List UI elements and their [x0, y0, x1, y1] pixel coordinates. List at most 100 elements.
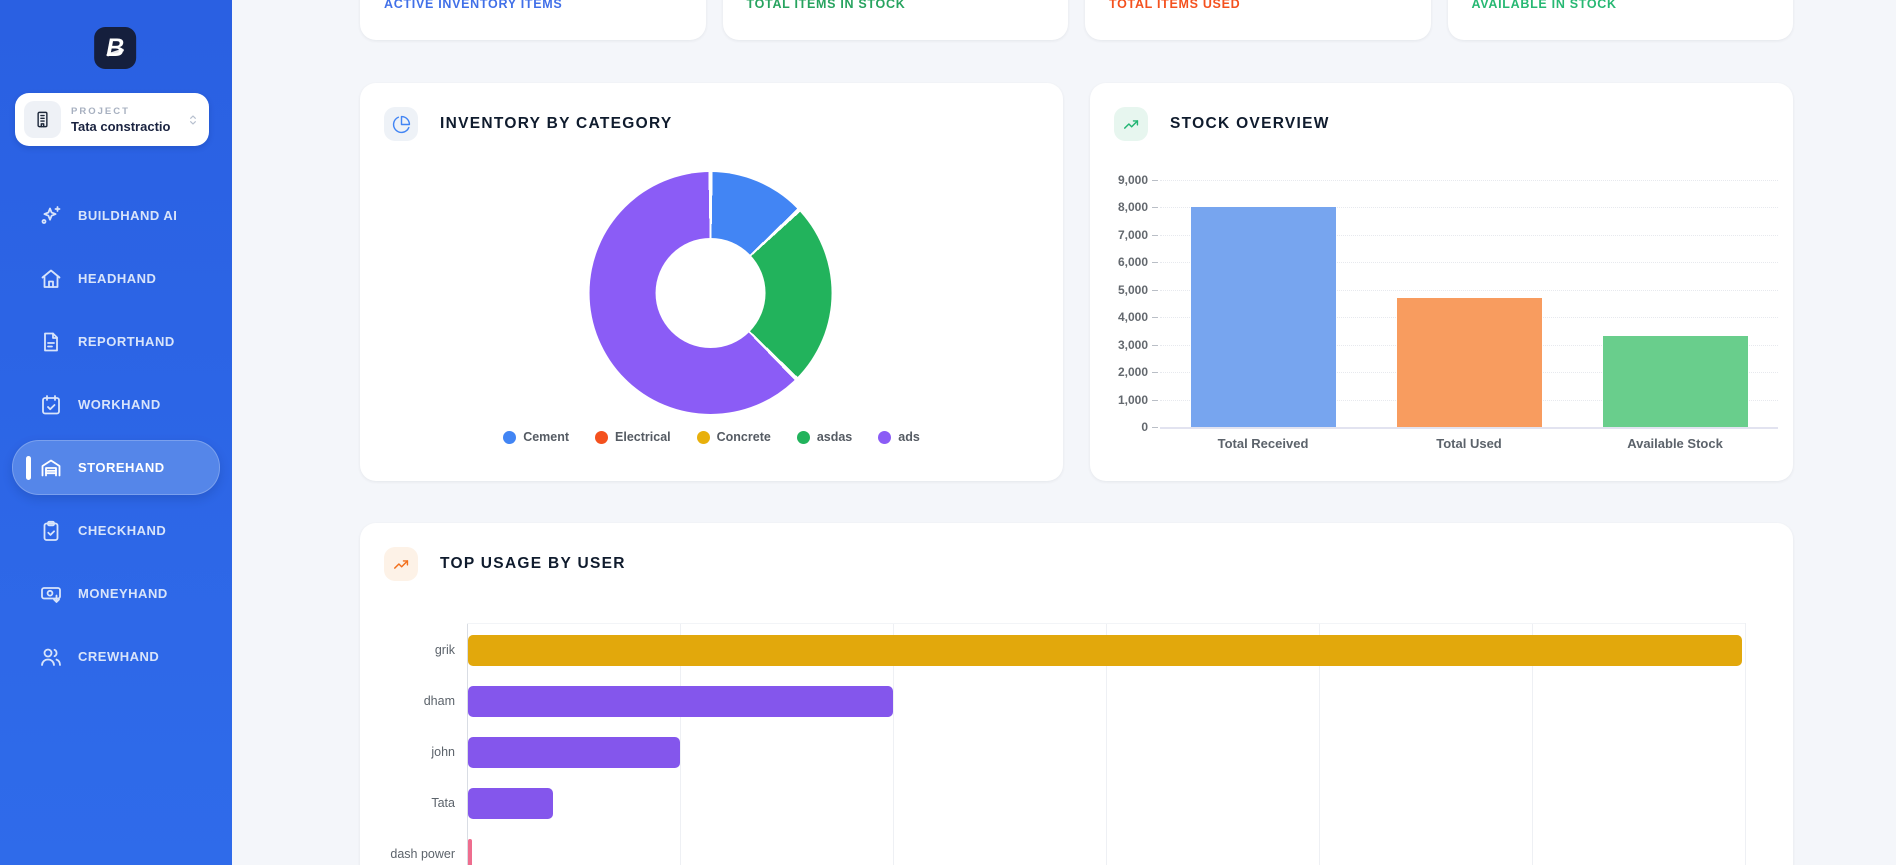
bar-dash-power [468, 838, 473, 865]
stat-card: TOTAL ITEMS USED [1085, 0, 1431, 40]
building-icon [24, 101, 61, 138]
unfold-chevron-icon [185, 112, 201, 128]
sidebar-item-label: STOREHAND [78, 460, 165, 475]
active-indicator-bar [26, 267, 31, 291]
bar-total-received [1190, 207, 1336, 427]
legend-item[interactable]: asdas [796, 430, 853, 444]
sidebar-item-label: CREWHAND [78, 649, 160, 664]
stat-card: ACTIVE INVENTORY ITEMS [360, 0, 706, 40]
legend-swatch [595, 430, 609, 444]
stock-bar-chart: 0 1,000 2,000 3,000 4,000 5,000 6,000 7,000 8,00… [1090, 83, 1793, 481]
bar-grik [468, 634, 1742, 666]
stat-card: AVAILABLE IN STOCK [1447, 0, 1793, 40]
legend-item[interactable]: Concrete [696, 430, 771, 444]
active-indicator-bar [26, 455, 31, 480]
legend-label: Concrete [716, 430, 771, 444]
legend-swatch [878, 430, 892, 444]
stat-card-label: AVAILABLE IN STOCK [1471, 0, 1617, 11]
sidebar-item-moneyhand[interactable]: MONEYHAND [12, 566, 220, 621]
project-label: PROJECT [71, 105, 130, 117]
stat-card-label: ACTIVE INVENTORY ITEMS [384, 0, 563, 11]
sidebar-item-label: REPORTHAND [78, 334, 175, 349]
sidebar-item-label: HEADHAND [78, 271, 157, 286]
pie-chart-icon [384, 107, 418, 141]
banknote-down-icon [38, 581, 64, 607]
legend-swatch [503, 430, 517, 444]
bar-dham [468, 685, 893, 717]
file-text-icon [38, 329, 64, 355]
category-label: dash power [390, 847, 455, 861]
y-axis-tick [1152, 289, 1158, 291]
bar-john [468, 736, 681, 768]
panel-stock-overview: STOCK OVERVIEW 0 1,000 2,000 3,000 4,000 5,00… [1090, 83, 1793, 481]
panel-title: INVENTORY BY CATEGORY [440, 115, 673, 132]
gridline [1160, 180, 1778, 181]
sparkles-icon [38, 203, 64, 229]
sidebar-item-headhand[interactable]: HEADHAND [12, 251, 220, 306]
chart-legend: Cement Electrical Concrete asdas ads [360, 430, 1063, 444]
users-icon [38, 644, 64, 670]
stat-cards-row: ACTIVE INVENTORY ITEMS TOTAL ITEMS IN STO… [360, 0, 1793, 40]
y-axis-tick [1152, 427, 1158, 428]
sidebar-item-label: BUILDHAND AI [78, 208, 178, 223]
stat-card-label: TOTAL ITEMS IN STOCK [746, 0, 906, 11]
stat-card: TOTAL ITEMS IN STOCK [722, 0, 1068, 40]
sidebar-item-checkhand[interactable]: CHECKHAND [12, 503, 220, 558]
x-axis-label: Total Received [1217, 436, 1309, 451]
usage-bar-chart: grik dham john Tata dash power [360, 523, 1793, 865]
y-axis-tick [1152, 180, 1158, 181]
sidebar-item-label: CHECKHAND [78, 523, 167, 538]
legend-label: asdas [816, 430, 853, 444]
y-axis-tick-label: 6,000 [1117, 255, 1148, 270]
warehouse-icon [38, 455, 64, 481]
active-indicator-bar [26, 582, 31, 606]
sidebar: B PROJECT Tata constractio BUILDHAND AI H… [0, 0, 232, 865]
gridline [1745, 623, 1746, 865]
y-axis-tick [1152, 317, 1158, 319]
y-axis-tick [1152, 372, 1158, 374]
clipboard-check-icon [38, 518, 64, 544]
chart-top-border [467, 623, 1745, 624]
legend-item[interactable]: Cement [503, 430, 569, 444]
sidebar-nav: BUILDHAND AI HEADHAND REPORTHAND WORKHAND ST… [0, 188, 232, 692]
y-axis-tick [1152, 207, 1158, 209]
sidebar-item-buildhand-ai[interactable]: BUILDHAND AI [12, 188, 220, 243]
calendar-check-icon [38, 392, 64, 418]
y-axis-tick-label: 4,000 [1117, 310, 1148, 325]
legend-item[interactable]: ads [878, 430, 920, 444]
legend-swatch [796, 430, 810, 444]
sidebar-item-crewhand[interactable]: CREWHAND [12, 629, 220, 684]
app-logo[interactable]: B [94, 27, 137, 69]
legend-item[interactable]: Electrical [595, 430, 671, 444]
active-indicator-bar [26, 204, 31, 228]
y-axis-tick [1152, 344, 1158, 346]
y-axis-tick [1152, 234, 1158, 236]
bar-tata [468, 787, 553, 819]
legend-label: Cement [523, 430, 570, 444]
category-label: dham [423, 694, 455, 708]
legend-swatch [696, 430, 710, 444]
donut-hole [655, 238, 766, 348]
panel-header: INVENTORY BY CATEGORY [384, 107, 673, 141]
project-name: Tata constractio [71, 118, 171, 134]
stat-card-label: TOTAL ITEMS USED [1109, 0, 1241, 11]
panel-inventory-by-category: INVENTORY BY CATEGORY Cement Electrical Co… [360, 83, 1063, 481]
home-icon [38, 266, 64, 292]
x-axis-label: Available Stock [1627, 436, 1723, 451]
main-content: ACTIVE INVENTORY ITEMS TOTAL ITEMS IN STO… [232, 0, 1896, 865]
sidebar-item-workhand[interactable]: WORKHAND [12, 377, 220, 432]
y-axis-tick-label: 1,000 [1117, 392, 1148, 407]
sidebar-item-reporthand[interactable]: REPORTHAND [12, 314, 220, 369]
y-axis-tick-label: 9,000 [1117, 173, 1148, 187]
y-axis-tick-label: 7,000 [1117, 227, 1148, 242]
sidebar-item-label: MONEYHAND [78, 586, 168, 601]
panel-top-usage-by-user: TOP USAGE BY USER grik dham john Tata dash p… [360, 523, 1793, 865]
sidebar-item-label: WORKHAND [78, 397, 161, 412]
project-selector[interactable]: PROJECT Tata constractio [15, 93, 209, 146]
donut-chart [589, 172, 832, 414]
category-label: grik [434, 643, 455, 657]
legend-label: ads [898, 430, 920, 444]
sidebar-item-storehand[interactable]: STOREHAND [12, 440, 220, 495]
y-axis-tick-label: 0 [1141, 420, 1148, 434]
category-label: Tata [431, 796, 455, 810]
